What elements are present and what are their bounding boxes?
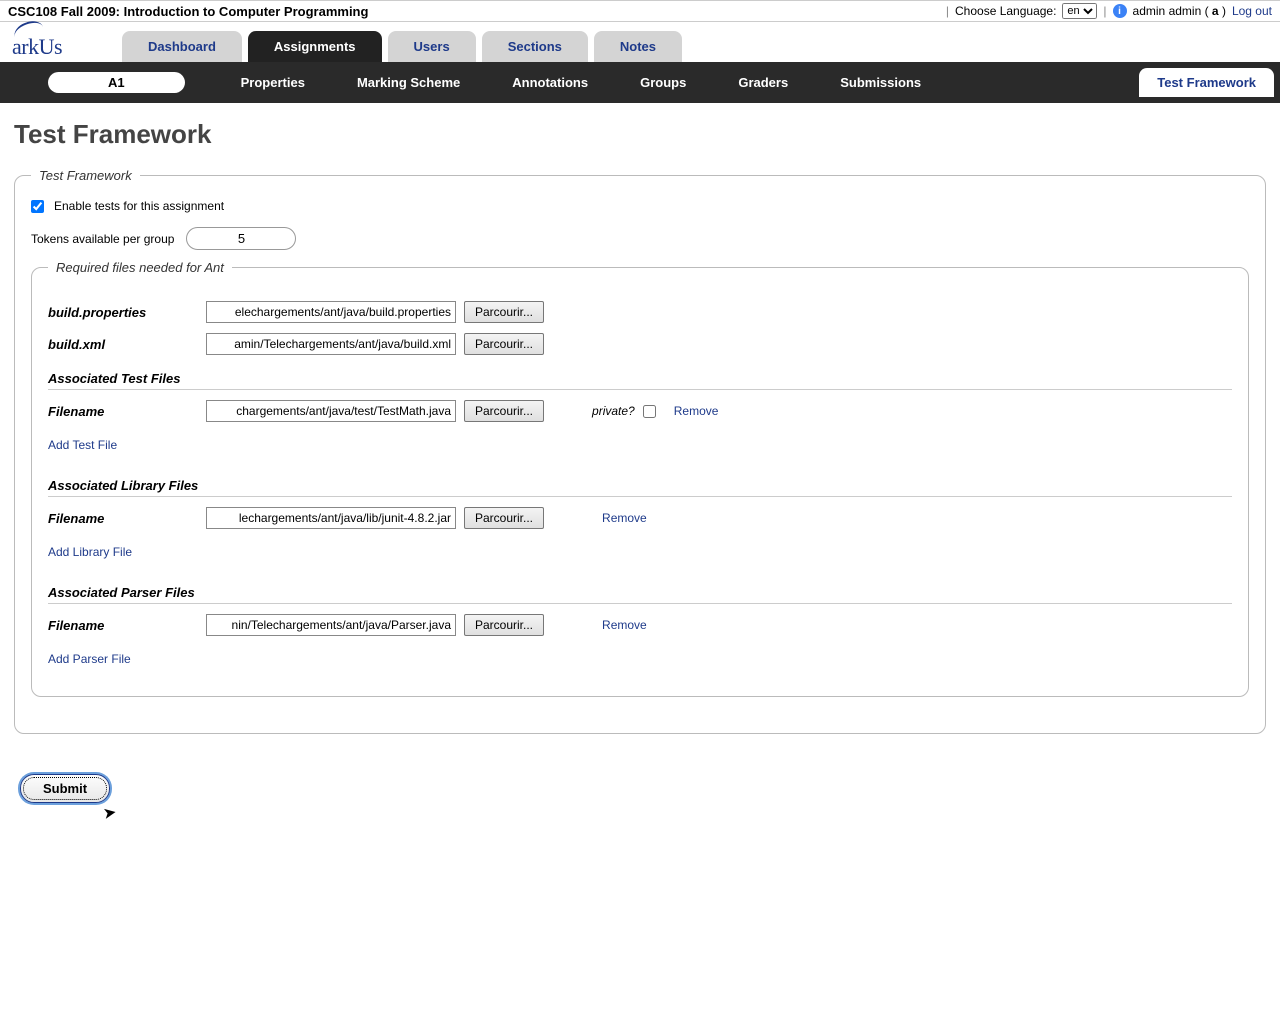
tokens-label: Tokens available per group (31, 232, 174, 246)
test-file-input[interactable]: chargements/ant/java/test/TestMath.java (206, 400, 456, 422)
tab-dashboard[interactable]: Dashboard (122, 31, 242, 62)
lib-filename-label: Filename (48, 511, 198, 526)
build-xml-label: build.xml (48, 337, 198, 352)
library-files-heading: Associated Library Files (48, 478, 1232, 497)
required-files-legend: Required files needed for Ant (48, 260, 232, 275)
course-title: CSC108 Fall 2009: Introduction to Comput… (8, 4, 368, 19)
subnav-submissions[interactable]: Submissions (814, 69, 947, 96)
add-test-file-link[interactable]: Add Test File (48, 438, 117, 452)
build-properties-label: build.properties (48, 305, 198, 320)
subnav-marking-scheme[interactable]: Marking Scheme (331, 69, 486, 96)
user-name: admin admin ( a ) (1133, 4, 1226, 18)
parser-file-input[interactable]: nin/Telechargements/ant/java/Parser.java (206, 614, 456, 636)
add-library-file-link[interactable]: Add Library File (48, 545, 132, 559)
language-select[interactable]: en (1062, 3, 1097, 19)
choose-language-label: Choose Language: (955, 4, 1056, 18)
enable-tests-checkbox[interactable] (31, 200, 44, 213)
top-right: | Choose Language: en | i admin admin ( … (946, 3, 1272, 19)
enable-tests-label: Enable tests for this assignment (54, 199, 224, 213)
test-files-heading: Associated Test Files (48, 371, 1232, 390)
build-properties-browse[interactable]: Parcourir... (464, 301, 544, 323)
page-title: Test Framework (14, 119, 1266, 150)
subnav-graders[interactable]: Graders (712, 69, 814, 96)
tab-users[interactable]: Users (388, 31, 476, 62)
cursor-icon: ➤ (101, 802, 118, 824)
tab-notes[interactable]: Notes (594, 31, 682, 62)
test-file-remove[interactable]: Remove (674, 404, 719, 418)
info-icon[interactable]: i (1113, 4, 1127, 18)
tokens-input[interactable] (186, 227, 296, 250)
build-xml-browse[interactable]: Parcourir... (464, 333, 544, 355)
lib-file-remove[interactable]: Remove (602, 511, 647, 525)
lib-file-input[interactable]: lechargements/ant/java/lib/junit-4.8.2.j… (206, 507, 456, 529)
page-body: Test Framework Test Framework Enable tes… (0, 103, 1280, 819)
top-bar: CSC108 Fall 2009: Introduction to Comput… (0, 0, 1280, 22)
logo-nav: arkUs Dashboard Assignments Users Sectio… (0, 22, 1280, 62)
test-framework-legend: Test Framework (31, 168, 140, 183)
parser-file-browse[interactable]: Parcourir... (464, 614, 544, 636)
test-filename-label: Filename (48, 404, 198, 419)
submit-button[interactable]: Submit (20, 774, 110, 803)
build-xml-input[interactable]: amin/Telechargements/ant/java/build.xml (206, 333, 456, 355)
assignment-badge[interactable]: A1 (48, 72, 185, 93)
subnav-groups[interactable]: Groups (614, 69, 712, 96)
logo[interactable]: arkUs (12, 30, 102, 60)
parser-file-remove[interactable]: Remove (602, 618, 647, 632)
add-parser-file-link[interactable]: Add Parser File (48, 652, 131, 666)
main-tabs: Dashboard Assignments Users Sections Not… (122, 31, 682, 62)
test-file-browse[interactable]: Parcourir... (464, 400, 544, 422)
subnav-properties[interactable]: Properties (215, 69, 331, 96)
subnav-test-framework[interactable]: Test Framework (1139, 68, 1274, 97)
subnav-annotations[interactable]: Annotations (486, 69, 614, 96)
required-files-fieldset: Required files needed for Ant build.prop… (31, 260, 1249, 697)
test-framework-fieldset: Test Framework Enable tests for this ass… (14, 168, 1266, 734)
parser-filename-label: Filename (48, 618, 198, 633)
private-checkbox[interactable] (643, 405, 656, 418)
parser-files-heading: Associated Parser Files (48, 585, 1232, 604)
tab-sections[interactable]: Sections (482, 31, 588, 62)
lib-file-browse[interactable]: Parcourir... (464, 507, 544, 529)
sub-nav: A1 Properties Marking Scheme Annotations… (0, 62, 1280, 103)
logout-link[interactable]: Log out (1232, 4, 1272, 18)
build-properties-input[interactable]: elechargements/ant/java/build.properties (206, 301, 456, 323)
tab-assignments[interactable]: Assignments (248, 31, 382, 62)
private-label: private? (592, 404, 635, 418)
